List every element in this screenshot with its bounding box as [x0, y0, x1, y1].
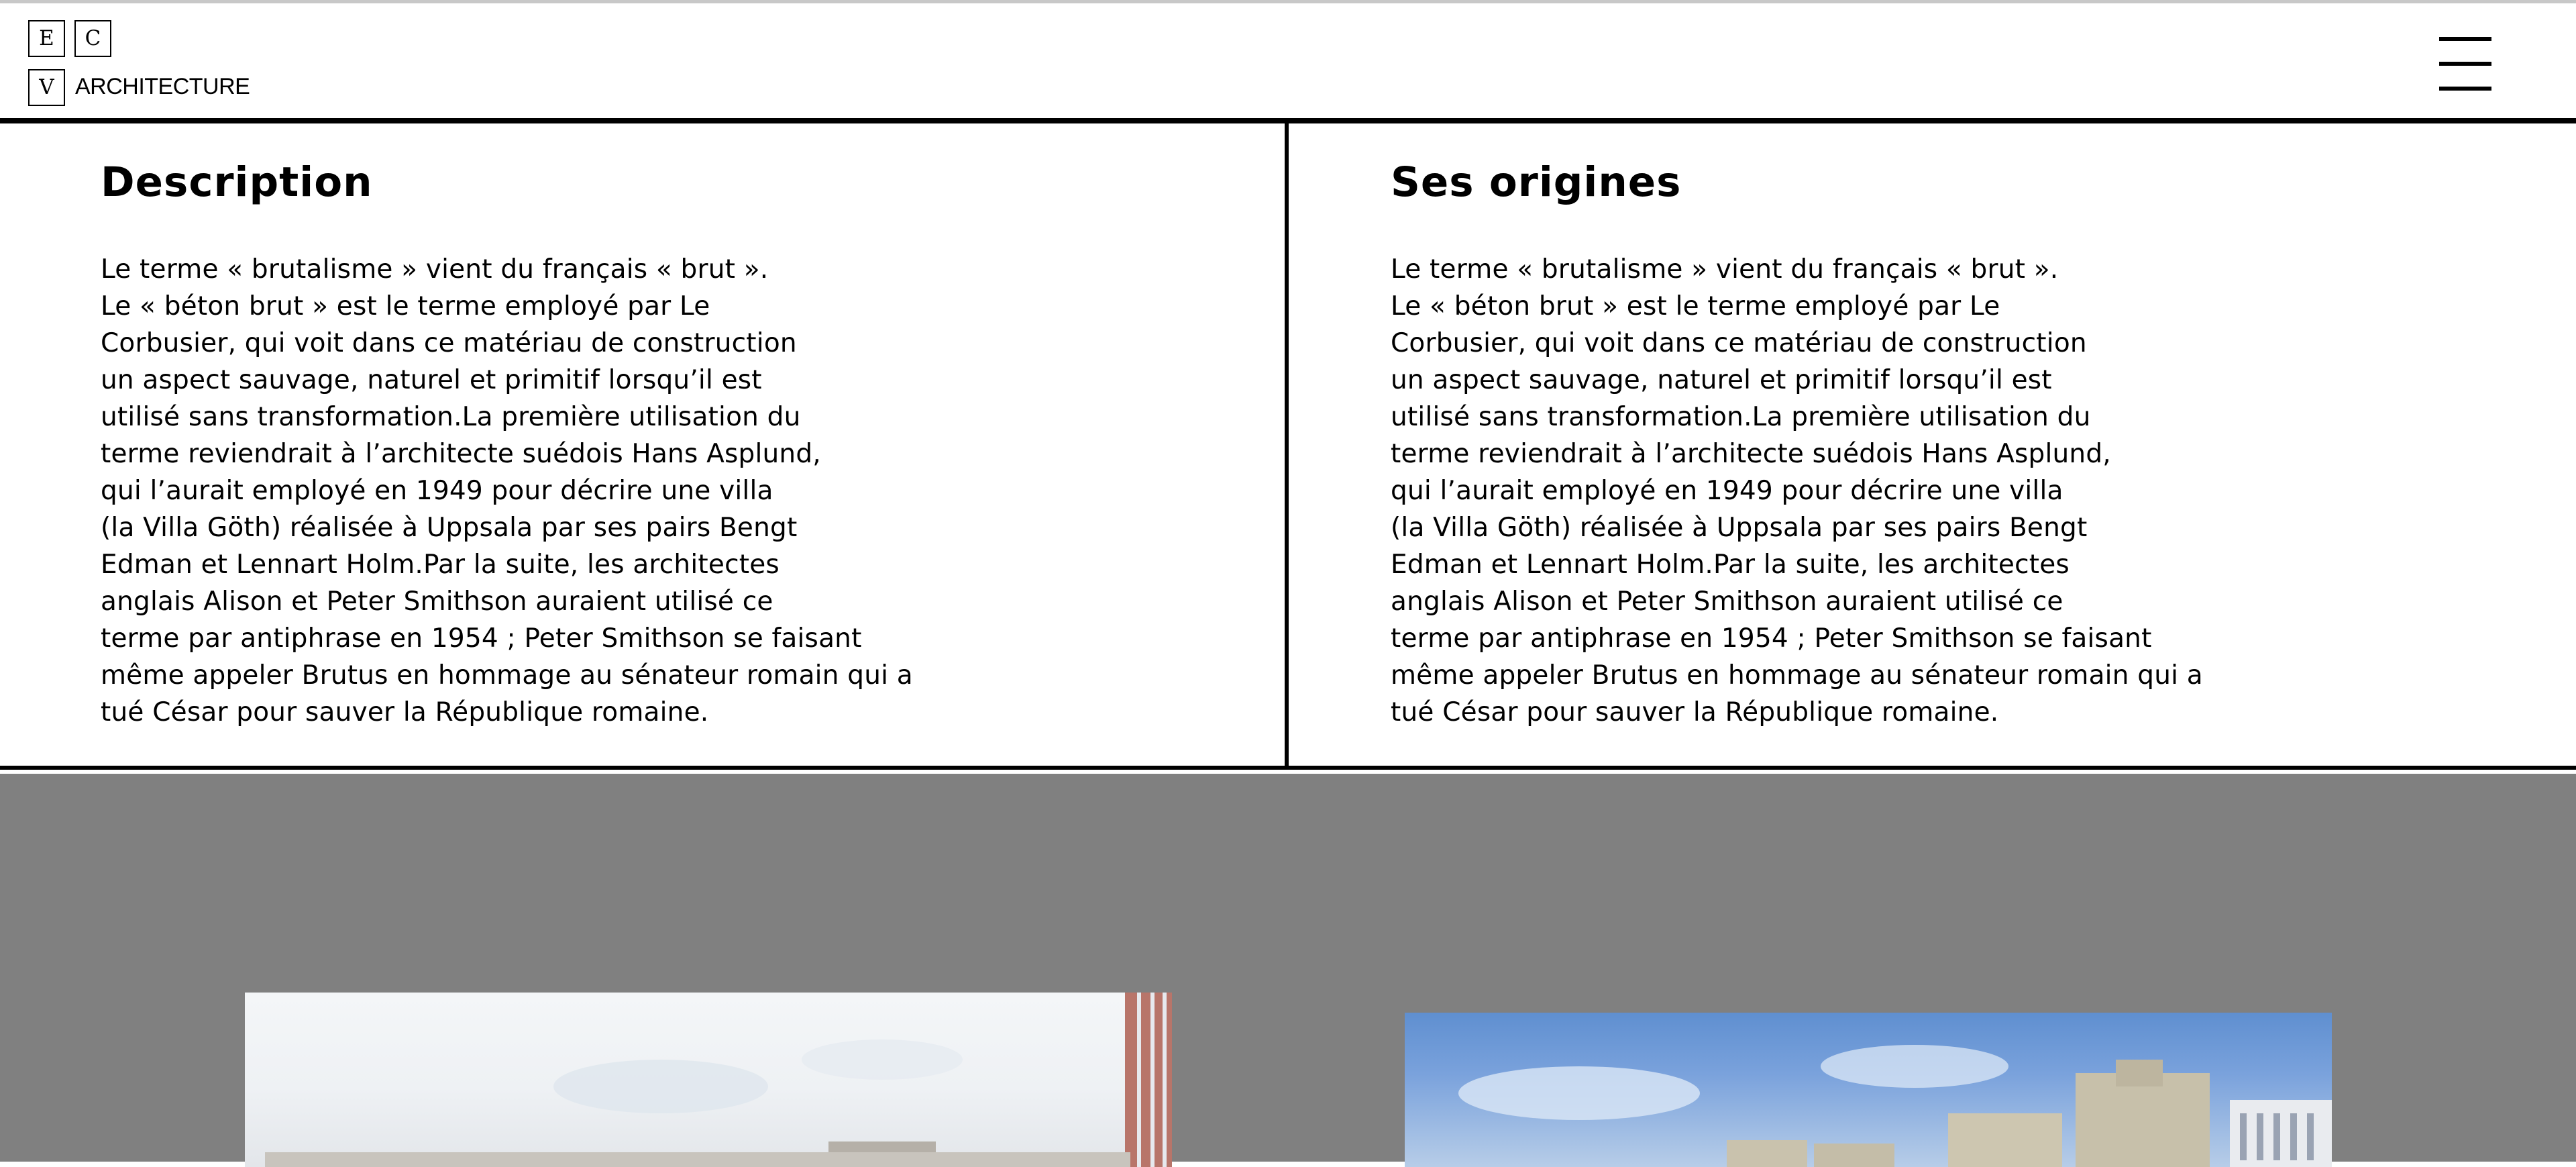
section-body: Le terme « brutalisme » vient du françai… [101, 254, 913, 727]
section-title: Description [101, 158, 373, 206]
logo-letter-v: V [28, 69, 65, 106]
menu-line-top [2439, 37, 2491, 41]
site-header: E C V ARCHITECTURE [0, 3, 2576, 123]
menu-line-bottom [2439, 87, 2491, 91]
photo-gallery [0, 774, 2576, 1167]
photo-1-illustration [265, 993, 1172, 1167]
brutalist-building-photo-1 [245, 993, 1172, 1167]
section-origins: Ses origines Le terme « brutalisme » vie… [1289, 123, 2576, 766]
photo-2-illustration [1458, 1045, 2332, 1167]
menu-line-middle [2439, 62, 2491, 66]
logo-wordmark: ARCHITECTURE [75, 74, 250, 99]
section-description: Description Le terme « brutalisme » vien… [0, 123, 1289, 766]
hamburger-menu-icon[interactable] [2439, 37, 2491, 91]
section-body: Le terme « brutalisme » vient du françai… [1391, 254, 2203, 727]
text-sections: Description Le terme « brutalisme » vien… [0, 123, 2576, 770]
section-title: Ses origines [1391, 158, 1682, 206]
brutalist-building-photo-2 [1405, 1013, 2332, 1167]
logo-letter-c: C [74, 20, 111, 57]
logo-letter-e: E [28, 20, 65, 57]
site-logo[interactable]: E C V ARCHITECTURE [28, 20, 270, 107]
